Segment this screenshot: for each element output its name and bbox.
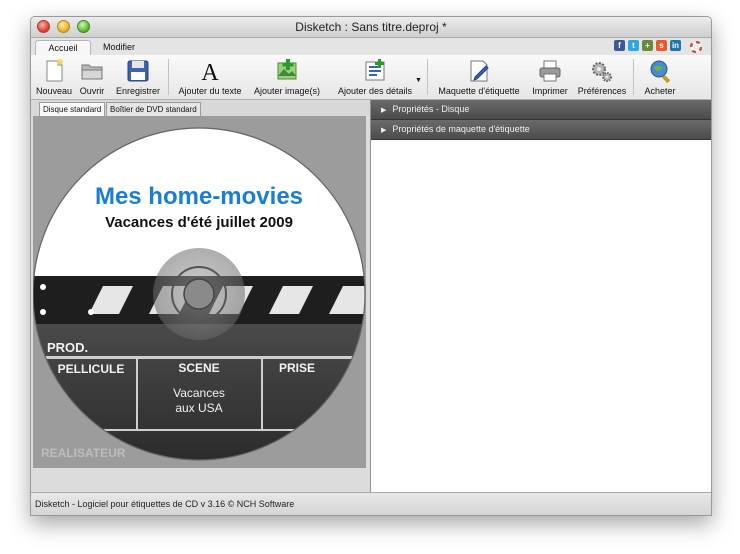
buy-button[interactable]: Acheter: [639, 57, 681, 97]
app-window: Disketch : Sans titre.deproj * Accueil M…: [30, 16, 712, 516]
floppy-disk-icon: [125, 58, 151, 84]
ribbon-tab-bar: Accueil Modifier f t + s in: [31, 38, 711, 56]
print-button[interactable]: Imprimer: [527, 57, 573, 97]
expand-triangle-icon: ▶: [381, 107, 387, 114]
window-title: Disketch : Sans titre.deproj *: [295, 20, 447, 34]
clapper-scene-label: SCENE: [178, 361, 219, 375]
clapper-scene-value-line2: aux USA: [175, 401, 222, 415]
label-layout-edit-icon: [466, 58, 492, 84]
new-document-icon: [41, 58, 67, 84]
facebook-icon[interactable]: f: [614, 40, 625, 51]
toolbar: Nouveau Ouvrir Enregistrer A Ajouter du …: [31, 55, 711, 100]
tab-standard-disc[interactable]: Disque standard: [39, 102, 106, 116]
clapper-director-label: REALISATEUR: [41, 446, 126, 460]
tab-dvd-case[interactable]: Boîtier de DVD standard: [106, 102, 201, 116]
clapper-roll-label: PELLICULE: [58, 362, 125, 376]
gears-icon: [589, 58, 615, 84]
preview-pane: Disque standard Boîtier de DVD standard: [31, 100, 371, 492]
add-text-button[interactable]: A Ajouter du texte: [175, 57, 245, 97]
disc-title[interactable]: Mes home-movies: [95, 183, 303, 210]
toolbar-separator: [168, 59, 169, 95]
add-image-icon: [274, 58, 300, 84]
disc-label-preview[interactable]: Mes home-movies Vacances d'été juillet 2…: [32, 116, 366, 468]
open-button[interactable]: Ouvrir: [75, 57, 109, 97]
expand-triangle-icon: ▶: [381, 127, 387, 134]
new-button[interactable]: Nouveau: [35, 57, 73, 97]
add-details-icon: [362, 58, 388, 84]
save-button[interactable]: Enregistrer: [113, 57, 163, 97]
social-icon[interactable]: +: [642, 40, 653, 51]
label-layout-button[interactable]: Maquette d'étiquette: [435, 57, 523, 97]
properties-pane: ▶ Propriétés - Disque ▶ Propriétés de maqu…: [371, 100, 711, 492]
toolbar-separator: [633, 59, 634, 95]
add-image-button[interactable]: Ajouter image(s): [251, 57, 323, 97]
layout-tab-bar: Disque standard Boîtier de DVD standard: [31, 100, 370, 116]
disc-center-hole: [183, 278, 215, 310]
add-details-dropdown-arrow[interactable]: ▼: [415, 77, 422, 84]
toolbar-separator: [427, 59, 428, 95]
tab-modifier[interactable]: Modifier: [93, 40, 145, 55]
twitter-icon[interactable]: t: [628, 40, 639, 51]
clapper-take-label: PRISE: [279, 361, 315, 375]
title-bar: Disketch : Sans titre.deproj *: [31, 17, 711, 38]
linkedin-icon[interactable]: in: [670, 40, 681, 51]
disc-properties-header[interactable]: ▶ Propriétés - Disque: [371, 100, 711, 120]
svg-text:A: A: [201, 60, 219, 84]
folder-icon: [79, 58, 105, 84]
stumbleupon-icon[interactable]: s: [656, 40, 667, 51]
label-layout-properties-header[interactable]: ▶ Propriétés de maquette d'étiquette: [371, 120, 711, 140]
text-letter-a-icon: A: [197, 58, 223, 86]
add-details-button[interactable]: Ajouter des détails: [335, 57, 415, 97]
design-canvas[interactable]: Mes home-movies Vacances d'été juillet 2…: [32, 116, 366, 468]
clapper-prod-label: PROD.: [47, 340, 88, 355]
printer-icon: [537, 58, 563, 84]
help-lifebuoy-icon[interactable]: [689, 40, 703, 54]
clapper-scene-value-line1: Vacances: [173, 386, 225, 400]
status-bar: Disketch - Logiciel pour étiquettes de C…: [31, 492, 711, 515]
preferences-button[interactable]: Préférences: [575, 57, 629, 97]
disc-subtitle[interactable]: Vacances d'été juillet 2009: [105, 214, 293, 231]
buy-magnifier-globe-icon: [647, 58, 673, 84]
status-text: Disketch - Logiciel pour étiquettes de C…: [35, 499, 295, 509]
tab-accueil[interactable]: Accueil: [35, 40, 91, 56]
